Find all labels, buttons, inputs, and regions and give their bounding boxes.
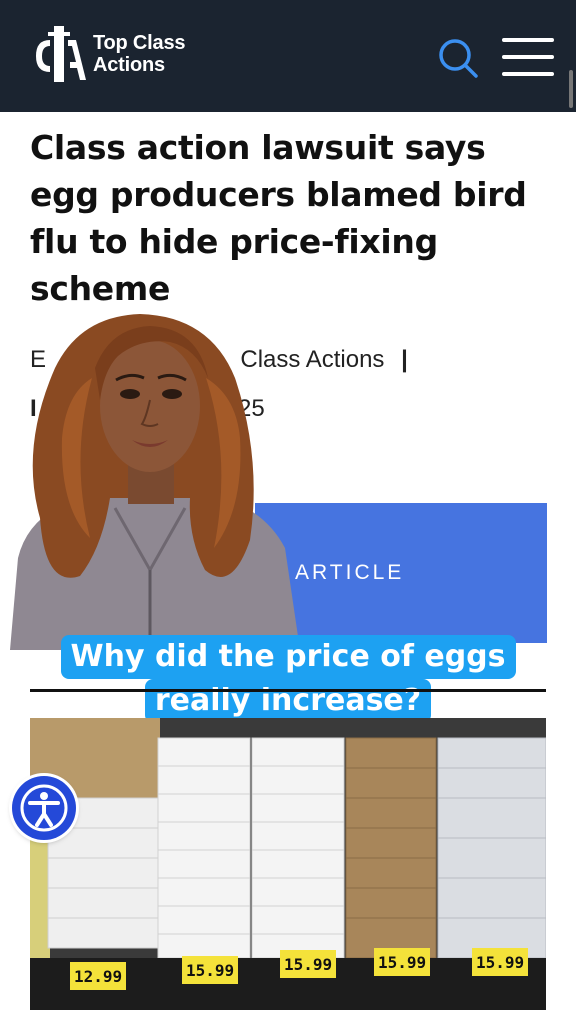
byline-separator: |: [401, 346, 408, 373]
divider: [30, 689, 546, 692]
accessibility-icon: [20, 784, 68, 832]
presenter-video-overlay: [10, 314, 300, 650]
price-tag-5: 15.99: [476, 953, 524, 972]
video-caption: Why did the price of eggs really increas…: [46, 635, 530, 723]
logo-wordmark[interactable]: Top Class Actions: [93, 32, 185, 76]
search-icon[interactable]: [436, 36, 480, 80]
hamburger-menu-icon[interactable]: [502, 38, 554, 82]
top-class-actions-logo-icon[interactable]: [30, 18, 88, 88]
caption-line-2: really increase?: [144, 679, 432, 723]
site-header: Top Class Actions: [0, 0, 576, 112]
price-tag-3: 15.99: [284, 955, 332, 974]
scrollbar[interactable]: [569, 70, 573, 108]
egg-shelf-photo: 12.99 15.99 15.99 15.99 15.99: [30, 718, 546, 1010]
price-tag-4: 15.99: [378, 953, 426, 972]
price-tag-1: 12.99: [74, 967, 122, 986]
price-tag-2: 15.99: [186, 961, 234, 980]
banner-label: ARTICLE: [295, 561, 405, 584]
caption-line-1: Why did the price of eggs: [60, 635, 516, 679]
article-headline: Class action lawsuit says egg producers …: [30, 128, 527, 308]
logo-line-1: Top Class: [93, 32, 186, 54]
logo-line-2: Actions: [93, 54, 165, 76]
accessibility-button[interactable]: [12, 776, 76, 840]
